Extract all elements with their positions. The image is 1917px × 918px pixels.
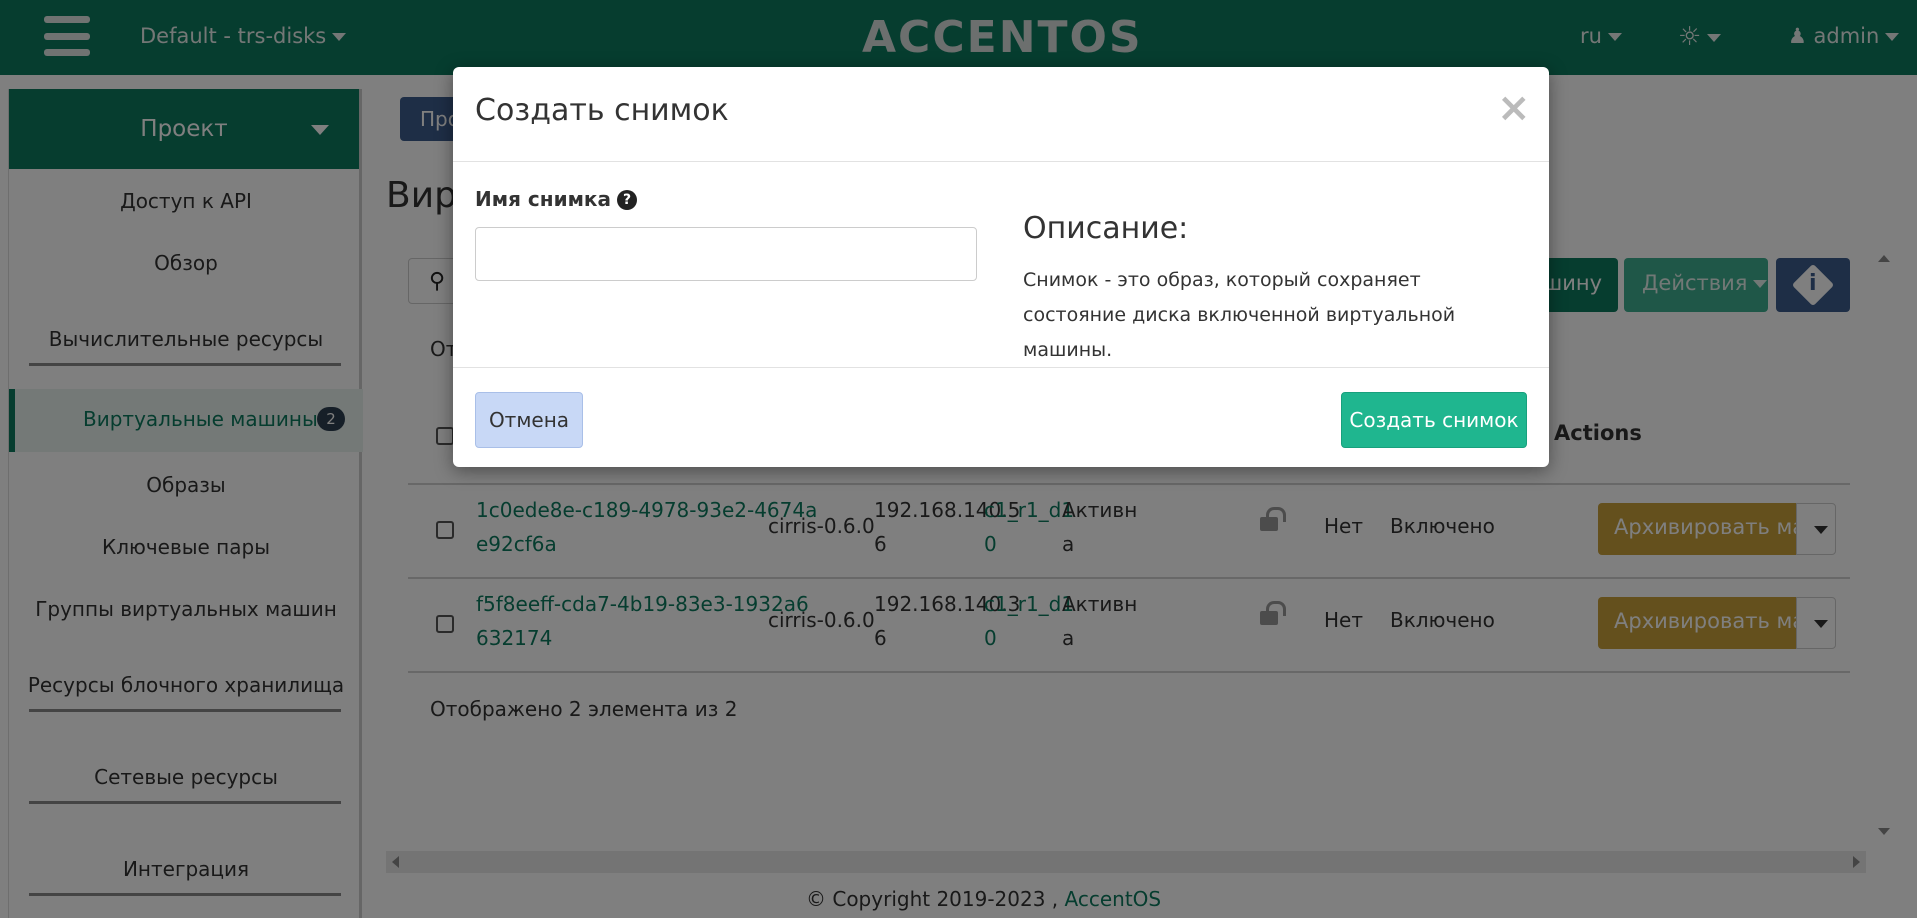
close-icon[interactable]: × — [1497, 85, 1531, 131]
snapshot-name-label-text: Имя снимка — [475, 187, 611, 211]
create-snapshot-button[interactable]: Создать снимок — [1341, 392, 1527, 448]
create-snapshot-dialog: Создать снимок × Имя снимка? Описание: С… — [453, 67, 1549, 467]
description-title: Описание: — [1023, 211, 1189, 246]
cancel-button[interactable]: Отмена — [475, 392, 583, 448]
modal-footer: Отмена Создать снимок — [453, 367, 1549, 467]
modal-header: Создать снимок × — [453, 67, 1549, 162]
modal-title: Создать снимок — [475, 93, 729, 128]
snapshot-name-input[interactable] — [475, 227, 977, 281]
description-text: Снимок - это образ, который сохраняет со… — [1023, 269, 1456, 361]
help-icon[interactable]: ? — [617, 190, 637, 210]
snapshot-name-label: Имя снимка? — [475, 187, 637, 211]
